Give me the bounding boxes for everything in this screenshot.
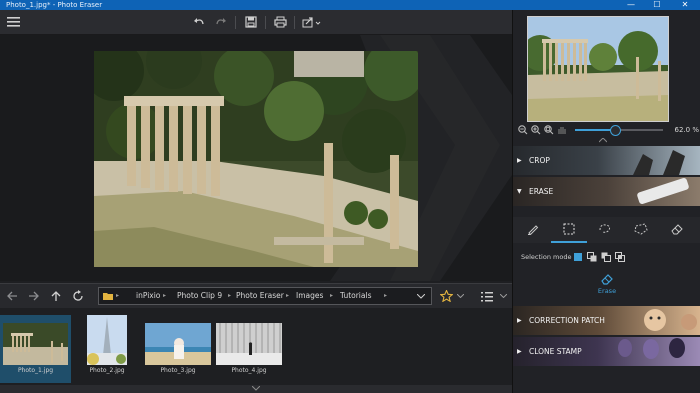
pan-hand-icon[interactable]	[556, 122, 568, 138]
crumb-separator: ▸	[163, 292, 167, 299]
rectangle-select-tool-icon[interactable]	[551, 217, 587, 243]
thumbnail-label: Photo_4.jpg	[231, 367, 267, 374]
chevron-up-icon[interactable]	[599, 138, 607, 143]
selection-intersect-icon[interactable]	[615, 252, 625, 262]
zoom-slider-fill	[575, 129, 615, 131]
navigation-bar: ▸ inPixio ▸ Photo Clip 9 ▸ Photo Eraser …	[0, 283, 512, 308]
zoom-in-icon[interactable]	[530, 122, 542, 138]
selection-new-icon[interactable]	[573, 252, 583, 262]
thumbnail-photo-1[interactable]: Photo_1.jpg	[0, 315, 71, 383]
erase-tool-bar	[513, 217, 700, 243]
toolbar-separator	[294, 16, 295, 29]
thumbnail-label: Photo_1.jpg	[17, 367, 54, 374]
toolbar-separator	[235, 16, 236, 29]
clone-stamp-label: CLONE STAMP	[529, 347, 582, 356]
star-icon[interactable]	[436, 284, 456, 308]
filmstrip: Photo_1.jpg Photo_2.jpg Photo_3.jpg Phot…	[0, 308, 512, 385]
correction-patch-label: CORRECTION PATCH	[529, 316, 605, 325]
zoom-slider-handle[interactable]	[609, 125, 621, 136]
sort-dropdown-icon[interactable]	[498, 284, 508, 308]
thumbnail-image	[87, 315, 127, 365]
redo-icon[interactable]	[210, 10, 232, 34]
selection-add-icon[interactable]	[587, 252, 597, 262]
sort-icon[interactable]	[478, 284, 498, 308]
print-icon[interactable]	[269, 10, 291, 34]
crumb-inpixio[interactable]: inPixio	[136, 288, 160, 304]
correction-patch-expand-icon: ▶	[517, 317, 522, 324]
erase-label: ERASE	[529, 187, 554, 196]
window-title: Photo_1.jpg* - Photo Eraser	[6, 1, 103, 9]
save-icon[interactable]	[240, 10, 262, 34]
clone-stamp-section[interactable]: ▶ CLONE STAMP	[513, 337, 700, 366]
thumbnail-image	[3, 323, 68, 365]
forward-icon[interactable]	[24, 284, 44, 308]
clone-stamp-expand-icon: ▶	[517, 348, 522, 355]
erase-section[interactable]: ▼ ERASE	[513, 177, 700, 206]
thumbnail-label: Photo_3.jpg	[160, 367, 196, 374]
toolbar-separator	[265, 16, 266, 29]
image-canvas[interactable]	[0, 35, 512, 281]
close-button[interactable]: ✕	[672, 0, 698, 10]
undo-icon[interactable]	[188, 10, 210, 34]
crumb-photo-clip[interactable]: Photo Clip 9	[177, 288, 222, 304]
crop-expand-icon: ▶	[517, 157, 522, 164]
selection-mode-label: Selection mode	[521, 253, 572, 261]
eraser-tool-icon[interactable]	[659, 217, 695, 241]
correction-patch-section[interactable]: ▶ CORRECTION PATCH	[513, 306, 700, 335]
thumbnail-photo-3[interactable]: Photo_3.jpg	[145, 315, 211, 383]
brush-tool-icon[interactable]	[515, 217, 551, 241]
up-icon[interactable]	[46, 284, 66, 308]
crumb-separator: ▸	[286, 292, 290, 299]
zoom-control: 62.0 %	[513, 122, 700, 138]
share-icon[interactable]	[299, 10, 325, 34]
zoom-slider[interactable]	[575, 125, 663, 136]
favorites-dropdown-icon[interactable]	[455, 284, 465, 308]
edited-photo[interactable]	[94, 51, 418, 267]
path-dropdown-icon[interactable]	[417, 294, 425, 299]
zoom-percentage: 62.0 %	[674, 126, 699, 134]
crop-label: CROP	[529, 156, 550, 165]
crop-section[interactable]: ▶ CROP	[513, 146, 700, 175]
thumbnail-image	[145, 323, 211, 365]
back-icon[interactable]	[2, 284, 22, 308]
minimize-button[interactable]: —	[618, 0, 644, 10]
menu-icon[interactable]	[2, 10, 24, 34]
thumbnail-photo-2[interactable]: Photo_2.jpg	[86, 315, 128, 383]
tools-panel: 62.0 % ▶ CROP ▼ ERASE Selection mode Era…	[512, 10, 700, 393]
crumb-separator: ▸	[116, 292, 120, 299]
crumb-tutorials[interactable]: Tutorials	[340, 288, 371, 304]
folder-icon	[103, 293, 113, 300]
crumb-separator: ▸	[384, 292, 388, 299]
thumbnail-image	[216, 323, 282, 365]
navigator-preview[interactable]	[527, 16, 669, 122]
crumb-separator: ▸	[330, 292, 334, 299]
erase-icon	[601, 274, 613, 285]
crumb-photo-eraser[interactable]: Photo Eraser	[236, 288, 284, 304]
path-breadcrumb[interactable]: ▸ inPixio ▸ Photo Clip 9 ▸ Photo Eraser …	[98, 287, 432, 305]
title-bar: Photo_1.jpg* - Photo Eraser — ☐ ✕	[0, 0, 700, 10]
crumb-separator: ▸	[228, 292, 232, 299]
chevron-down-icon[interactable]	[251, 385, 261, 391]
thumbnail-photo-4[interactable]: Photo_4.jpg	[216, 315, 282, 383]
filmstrip-collapse-bar[interactable]	[0, 385, 512, 393]
zoom-fit-icon[interactable]	[543, 122, 555, 138]
polygon-lasso-tool-icon[interactable]	[623, 217, 659, 241]
refresh-icon[interactable]	[68, 284, 88, 308]
crumb-images[interactable]: Images	[296, 288, 323, 304]
maximize-button[interactable]: ☐	[644, 0, 670, 10]
selection-subtract-icon[interactable]	[601, 252, 611, 262]
erase-expand-icon: ▼	[517, 188, 522, 195]
lasso-tool-icon[interactable]	[587, 217, 623, 241]
zoom-out-icon[interactable]	[517, 122, 529, 138]
main-toolbar	[0, 10, 512, 35]
erase-button-label: Erase	[597, 287, 617, 295]
thumbnail-label: Photo_2.jpg	[89, 367, 125, 374]
erase-button[interactable]: Erase	[589, 270, 625, 298]
